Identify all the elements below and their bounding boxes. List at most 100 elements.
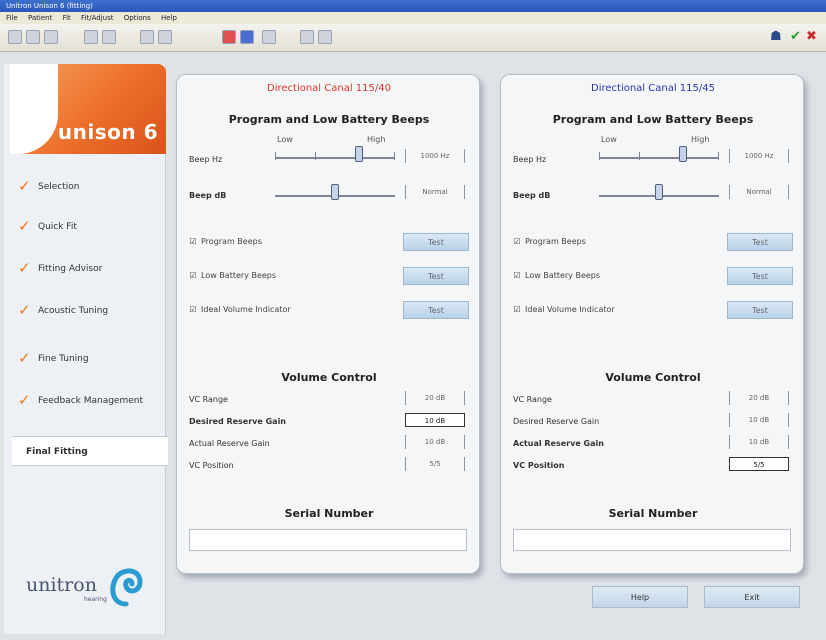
panel-title: Directional Canal 115/40 bbox=[267, 83, 391, 94]
left-ear-icon[interactable] bbox=[222, 30, 236, 44]
checkbox-label: Program Beeps bbox=[201, 237, 262, 246]
redo-icon[interactable] bbox=[158, 30, 172, 44]
high-label: High bbox=[691, 135, 710, 144]
slider-thumb[interactable] bbox=[331, 184, 339, 200]
beep-db-value: Normal bbox=[729, 185, 789, 199]
nav-label: Fitting Advisor bbox=[38, 264, 103, 274]
beep-db-slider[interactable] bbox=[275, 183, 395, 200]
program-icon[interactable] bbox=[300, 30, 314, 44]
nav-fine-tuning[interactable]: ✓ Fine Tuning bbox=[12, 344, 168, 374]
menu-patient[interactable]: Patient bbox=[28, 14, 52, 22]
new-icon[interactable] bbox=[8, 30, 22, 44]
beep-hz-label: Beep Hz bbox=[513, 155, 547, 164]
beep-hz-slider[interactable] bbox=[275, 145, 395, 162]
serial-section-title: Serial Number bbox=[284, 507, 374, 520]
beep-hz-value: 1000 Hz bbox=[405, 149, 465, 163]
volume-section-title: Volume Control bbox=[281, 371, 377, 384]
nav-final-fitting[interactable]: Final Fitting bbox=[12, 436, 168, 466]
slider-thumb[interactable] bbox=[655, 184, 663, 200]
save-icon[interactable] bbox=[44, 30, 58, 44]
beep-db-label: Beep dB bbox=[189, 191, 227, 200]
test-ideal-volume-button[interactable]: Test bbox=[403, 301, 469, 319]
unitron-tagline: hearing bbox=[84, 596, 107, 603]
exit-button[interactable]: Exit bbox=[704, 586, 800, 608]
checkbox-icon[interactable]: ☑ bbox=[513, 237, 521, 246]
menu-fit-adjust[interactable]: Fit/Adjust bbox=[81, 14, 113, 22]
test-low-battery-button[interactable]: Test bbox=[403, 267, 469, 285]
panel-right: Directional Canal 115/45 Program and Low… bbox=[500, 74, 804, 574]
hearing-aid-icon[interactable]: ☗ bbox=[770, 30, 782, 44]
test-program-beeps-button[interactable]: Test bbox=[403, 233, 469, 251]
main-area: unison 6 ✓ Selection ✓ Quick Fit ✓ Fitti… bbox=[0, 52, 826, 640]
panel-title: Directional Canal 115/45 bbox=[591, 83, 715, 94]
check-icon: ✓ bbox=[18, 391, 31, 409]
nav-selection[interactable]: ✓ Selection bbox=[12, 172, 168, 202]
volume-section-title: Volume Control bbox=[605, 371, 701, 384]
ear-swirl-icon bbox=[110, 568, 143, 607]
cancel-x-icon[interactable]: ✖ bbox=[806, 30, 817, 44]
actual-reserve-gain-label: Actual Reserve Gain bbox=[189, 439, 270, 448]
nav-quick-fit[interactable]: ✓ Quick Fit bbox=[12, 212, 168, 242]
ok-check-icon[interactable]: ✔ bbox=[790, 30, 801, 44]
nav-label: Final Fitting bbox=[26, 447, 88, 457]
vc-position-input[interactable]: 5/5 bbox=[729, 457, 789, 471]
ideal-volume-checkbox[interactable]: ☑ Ideal Volume Indicator bbox=[513, 305, 615, 314]
ideal-volume-checkbox[interactable]: ☑ Ideal Volume Indicator bbox=[189, 305, 291, 314]
checkbox-label: Low Battery Beeps bbox=[525, 271, 601, 280]
patient-icon[interactable] bbox=[84, 30, 98, 44]
checkbox-icon[interactable]: ☑ bbox=[513, 271, 521, 280]
menu-help[interactable]: Help bbox=[161, 14, 177, 22]
menu-fit[interactable]: Fit bbox=[63, 14, 71, 22]
low-battery-beeps-checkbox[interactable]: ☑ Low Battery Beeps bbox=[513, 271, 600, 280]
nav-feedback-management[interactable]: ✓ Feedback Management bbox=[12, 386, 168, 416]
test-low-battery-button[interactable]: Test bbox=[727, 267, 793, 285]
fit-icon[interactable] bbox=[102, 30, 116, 44]
beeps-section-title: Program and Low Battery Beeps bbox=[552, 113, 754, 126]
checkbox-icon[interactable]: ☑ bbox=[513, 305, 521, 314]
help-button[interactable]: Help bbox=[592, 586, 688, 608]
slider-thumb[interactable] bbox=[355, 146, 363, 162]
low-label: Low bbox=[601, 135, 617, 144]
program-beeps-checkbox[interactable]: ☑ Program Beeps bbox=[189, 237, 262, 246]
checkbox-icon[interactable]: ☑ bbox=[189, 271, 197, 280]
test-program-beeps-button[interactable]: Test bbox=[727, 233, 793, 251]
open-icon[interactable] bbox=[26, 30, 40, 44]
check-icon: ✓ bbox=[18, 301, 31, 319]
checkbox-label: Ideal Volume Indicator bbox=[201, 305, 291, 314]
desired-reserve-gain-input[interactable]: 10 dB bbox=[405, 413, 465, 427]
vc-position-value: 5/5 bbox=[405, 457, 465, 471]
beep-db-value: Normal bbox=[405, 185, 465, 199]
low-label: Low bbox=[277, 135, 293, 144]
actual-reserve-gain-value: 10 dB bbox=[729, 435, 789, 449]
beep-hz-slider[interactable] bbox=[599, 145, 719, 162]
program-beeps-checkbox[interactable]: ☑ Program Beeps bbox=[513, 237, 586, 246]
undo-icon[interactable] bbox=[140, 30, 154, 44]
beep-db-slider[interactable] bbox=[599, 183, 719, 200]
unitron-wordmark: unitron bbox=[26, 574, 97, 596]
serial-section-title: Serial Number bbox=[608, 507, 698, 520]
checkbox-icon[interactable]: ☑ bbox=[189, 237, 197, 246]
vc-range-value: 20 dB bbox=[405, 391, 465, 405]
high-label: High bbox=[367, 135, 386, 144]
menu-options[interactable]: Options bbox=[124, 14, 151, 22]
checkbox-label: Ideal Volume Indicator bbox=[525, 305, 615, 314]
nav-acoustic-tuning[interactable]: ✓ Acoustic Tuning bbox=[12, 296, 168, 326]
low-battery-beeps-checkbox[interactable]: ☑ Low Battery Beeps bbox=[189, 271, 276, 280]
beeps-section-title: Program and Low Battery Beeps bbox=[228, 113, 430, 126]
serial-number-input[interactable] bbox=[513, 529, 791, 551]
menu-file[interactable]: File bbox=[6, 14, 18, 22]
checkbox-icon[interactable]: ☑ bbox=[189, 305, 197, 314]
slider-thumb[interactable] bbox=[679, 146, 687, 162]
link-icon[interactable] bbox=[262, 30, 276, 44]
nav-label: Selection bbox=[38, 182, 80, 192]
panel-left: Directional Canal 115/40 Program and Low… bbox=[176, 74, 480, 574]
nav-fitting-advisor[interactable]: ✓ Fitting Advisor bbox=[12, 254, 168, 284]
serial-number-input[interactable] bbox=[189, 529, 467, 551]
right-ear-icon[interactable] bbox=[240, 30, 254, 44]
vc-range-label: VC Range bbox=[513, 395, 552, 404]
actual-reserve-gain-value: 10 dB bbox=[405, 435, 465, 449]
checkbox-label: Program Beeps bbox=[525, 237, 586, 246]
checkbox-label: Low Battery Beeps bbox=[201, 271, 277, 280]
print-icon[interactable] bbox=[318, 30, 332, 44]
test-ideal-volume-button[interactable]: Test bbox=[727, 301, 793, 319]
